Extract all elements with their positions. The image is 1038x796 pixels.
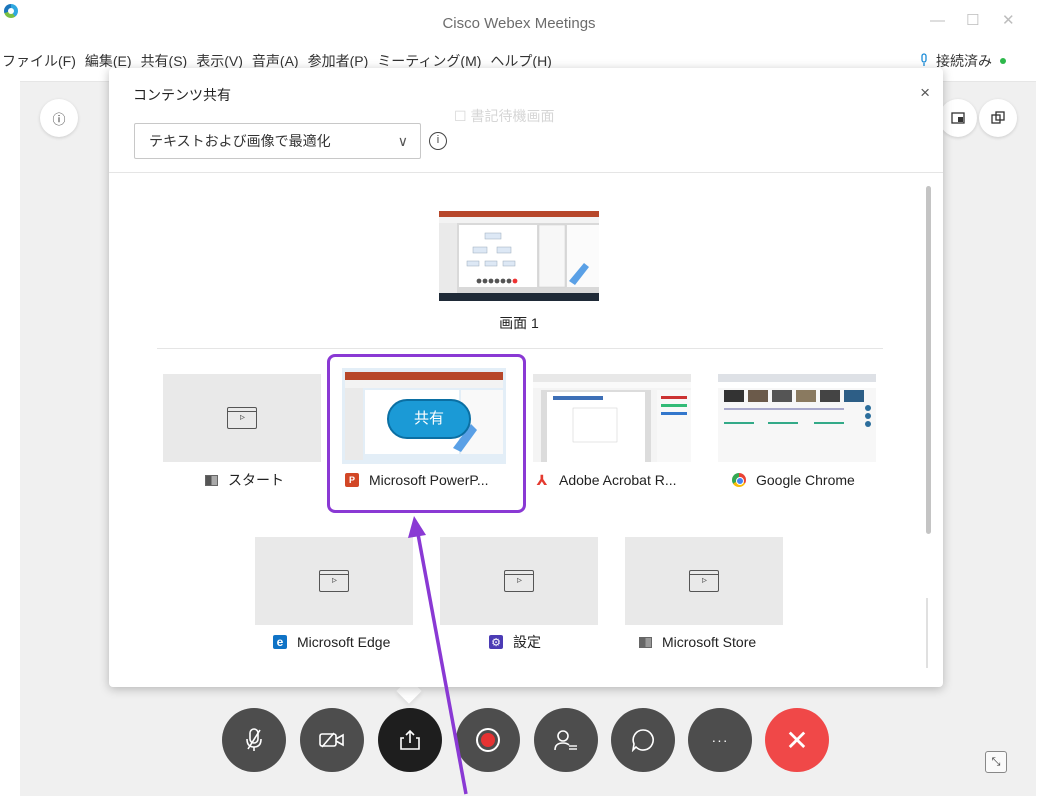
share-icon: [400, 729, 420, 750]
end-meeting-button[interactable]: ✕: [765, 708, 829, 772]
window-icon: [504, 570, 534, 592]
window-title: Cisco Webex Meetings: [442, 15, 596, 32]
chat-icon: [631, 729, 654, 752]
app-tile-start[interactable]: [163, 374, 321, 462]
edge-icon: e: [273, 635, 287, 649]
mute-icon: [246, 728, 262, 751]
app-label-start[interactable]: スタート: [205, 470, 284, 490]
app-label-chrome[interactable]: Google Chrome: [732, 470, 855, 490]
dialog-title: コンテンツ共有: [133, 87, 231, 103]
scrollbar[interactable]: [926, 186, 931, 534]
popout-button[interactable]: [979, 99, 1017, 137]
video-button[interactable]: [300, 708, 364, 772]
record-button[interactable]: [456, 708, 520, 772]
participants-icon: [554, 730, 577, 751]
more-options-button[interactable]: ···: [688, 708, 752, 772]
acrobat-icon: ⅄: [535, 471, 549, 488]
screen-1-thumbnail[interactable]: [439, 211, 599, 301]
optimize-info-icon[interactable]: i: [429, 132, 447, 150]
window-icon: [689, 570, 719, 592]
window-icon: [227, 407, 257, 429]
screen-1-label: 画面 1: [499, 315, 539, 331]
participants-button[interactable]: [534, 708, 598, 772]
app-name: Microsoft Store: [662, 634, 757, 650]
app-label-acrobat[interactable]: ⅄ Adobe Acrobat R...: [535, 470, 677, 490]
maximize-button[interactable]: ☐: [966, 12, 979, 30]
app-tile-settings[interactable]: [440, 537, 598, 625]
settings-icon: ⚙: [489, 635, 503, 649]
minimize-button[interactable]: —: [930, 12, 945, 30]
popout-icon: [991, 111, 1005, 124]
window-icon: [319, 570, 349, 592]
microphone-icon: [920, 52, 928, 70]
info-icon: ⓘ: [52, 111, 66, 127]
app-name: スタート: [228, 472, 284, 488]
dialog-close-button[interactable]: ×: [920, 83, 930, 103]
background-toolbar-text: ☐ 書記待機画面: [454, 108, 555, 124]
menu-file[interactable]: ファイル(F): [2, 51, 76, 73]
connected-dot-icon: [1000, 58, 1006, 64]
start-icon: [205, 474, 218, 486]
app-tile-store[interactable]: [625, 537, 783, 625]
close-icon: ✕: [785, 724, 809, 756]
layout-button[interactable]: [939, 99, 977, 137]
mute-button[interactable]: [222, 708, 286, 772]
app-name: Google Chrome: [756, 472, 855, 488]
title-bar: Cisco Webex Meetings — ☐ ✕: [0, 0, 1038, 44]
connection-status-label: 接続済み: [936, 53, 992, 69]
app-name: Adobe Acrobat R...: [559, 472, 677, 488]
expand-button[interactable]: ⤡: [985, 751, 1007, 773]
share-button[interactable]: 共有: [387, 399, 471, 439]
scrollbar-track: [926, 598, 928, 668]
close-window-button[interactable]: ✕: [1002, 12, 1015, 30]
app-tile-edge[interactable]: [255, 537, 413, 625]
optimize-select-value: テキストおよび画像で最適化: [149, 133, 331, 149]
chat-button[interactable]: [611, 708, 675, 772]
optimize-select[interactable]: テキストおよび画像で最適化 ∨: [134, 123, 421, 159]
store-icon: [639, 636, 652, 648]
record-icon: [481, 733, 495, 747]
app-tile-acrobat[interactable]: [533, 374, 691, 462]
meeting-info-button[interactable]: ⓘ: [40, 99, 78, 137]
app-label-edge[interactable]: e Microsoft Edge: [273, 632, 390, 652]
divider: [109, 172, 943, 173]
more-icon: ···: [711, 732, 729, 748]
chevron-down-icon: ∨: [397, 133, 408, 149]
share-content-button[interactable]: [378, 708, 442, 772]
layout-icon: [951, 112, 965, 124]
divider: [157, 348, 883, 349]
app-name: 設定: [513, 634, 541, 650]
video-off-icon: [319, 732, 344, 748]
app-tile-chrome[interactable]: [718, 374, 876, 462]
chrome-icon: [732, 473, 746, 487]
app-label-store[interactable]: Microsoft Store: [639, 632, 756, 652]
app-name: Microsoft Edge: [297, 634, 391, 650]
content-share-dialog: ☐ 書記待機画面 コンテンツ共有 × テキストおよび画像で最適化 ∨ i 画面 …: [109, 68, 943, 687]
app-label-settings[interactable]: ⚙ 設定: [489, 632, 541, 652]
